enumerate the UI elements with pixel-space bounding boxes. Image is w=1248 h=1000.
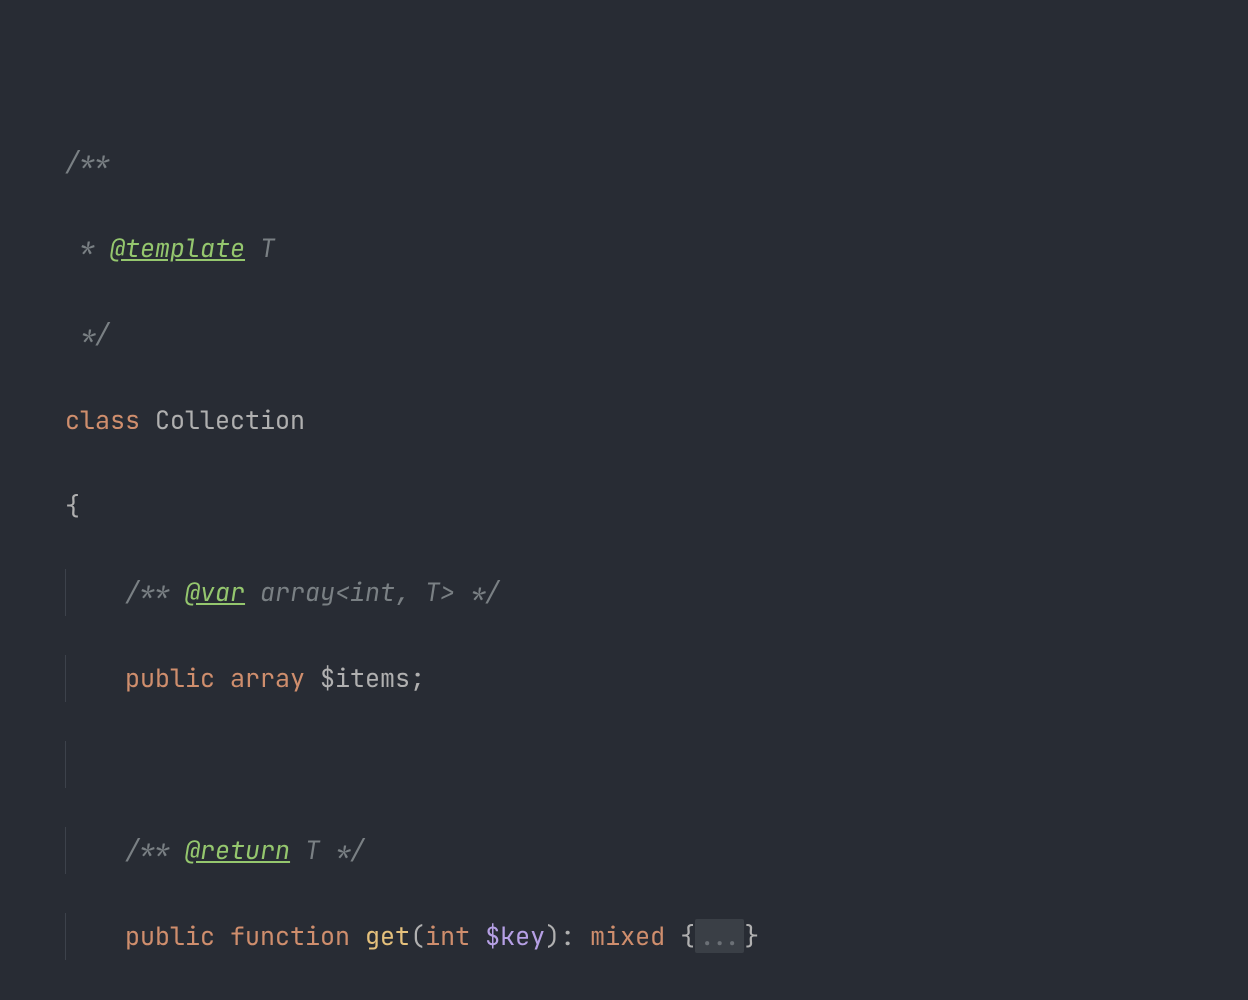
code-line[interactable]: { [65,485,1248,528]
function-name-get: get [350,919,410,953]
code-editor[interactable]: /** * @template T */ class Collection { … [0,0,1248,1000]
doc-comment-open: /** [65,145,110,179]
doc-comment-close: */ [65,317,110,351]
code-line[interactable]: /** @return T */ [65,829,1248,872]
doc-comment-text: T */ [290,833,365,867]
code-line[interactable]: public function get(int $key): mixed {..… [65,915,1248,958]
folded-code-marker[interactable]: ... [695,919,744,953]
code-line[interactable]: class Collection [65,399,1248,442]
indent-guide [65,657,125,700]
paren-open: ( [410,919,425,953]
keyword-public: public [125,919,215,953]
keyword-class: class [65,403,140,437]
code-line[interactable]: public array $items; [65,657,1248,700]
doc-comment-open: /** [125,833,185,867]
doc-comment-open: /** [125,575,185,609]
keyword-function: function [215,919,350,953]
semicolon: ; [410,661,425,695]
paren-close: ) [545,919,560,953]
phpdoc-template-tag: @template [110,231,245,265]
brace-open: { [665,919,695,953]
parameter-key: $key [470,919,545,953]
keyword-int: int [425,919,470,953]
indent-guide [65,915,125,958]
keyword-array: array [215,661,305,695]
brace-open: { [65,489,80,523]
colon: : [560,919,590,953]
doc-comment-text: array<int, T> */ [245,575,500,609]
code-line[interactable]: * @template T [65,227,1248,270]
code-line[interactable]: /** @var array<int, T> */ [65,571,1248,614]
keyword-mixed: mixed [590,919,665,953]
variable-items: $items [305,661,410,695]
phpdoc-return-tag: @return [185,833,290,867]
indent-guide [65,571,125,614]
doc-comment-prefix: * [65,231,110,265]
phpdoc-var-tag: @var [185,575,245,609]
code-line[interactable]: */ [65,313,1248,356]
brace-close: } [744,919,759,953]
code-line[interactable]: /** [65,141,1248,184]
class-name: Collection [140,403,305,437]
keyword-public: public [125,661,215,695]
indent-guide [65,829,125,872]
doc-comment-text: T [245,231,275,265]
indent-guide [65,743,125,786]
blank-line[interactable] [65,743,1248,786]
